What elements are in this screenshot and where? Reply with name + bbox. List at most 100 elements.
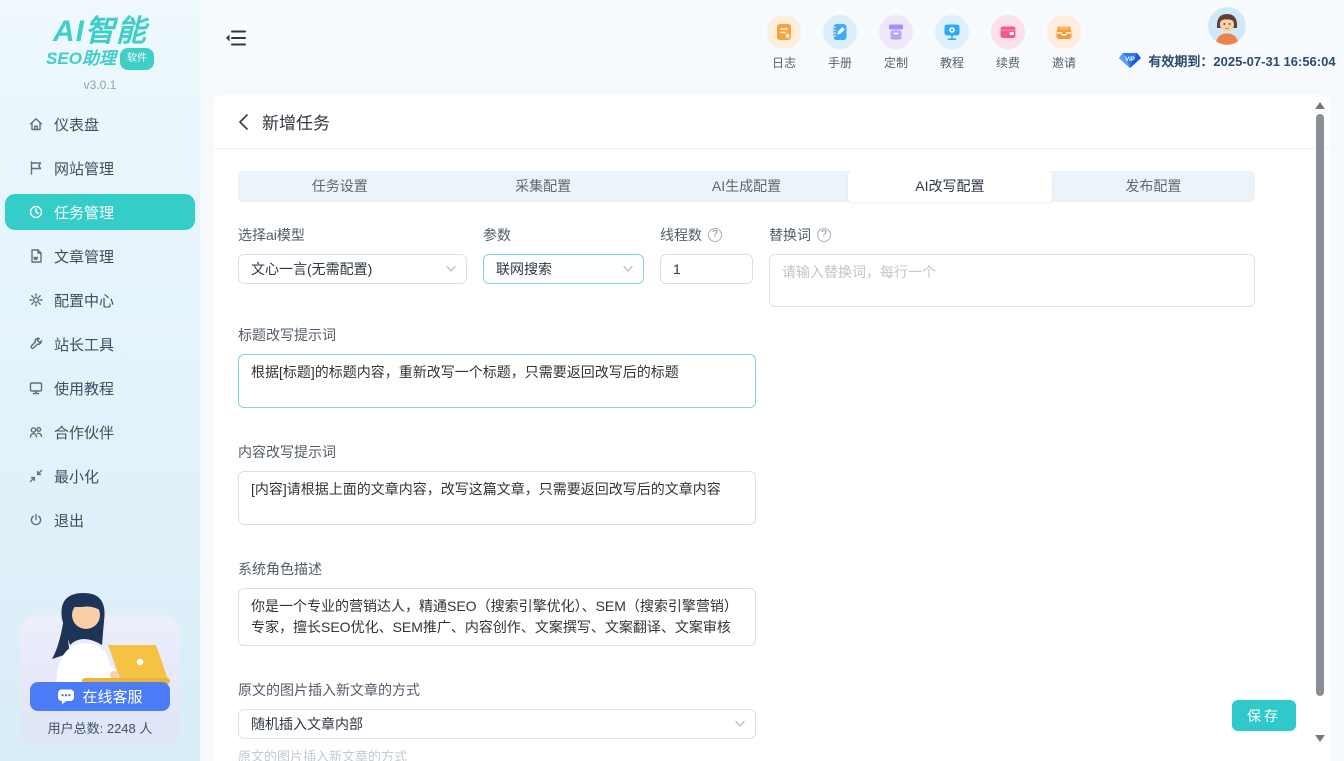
sidebar: AI智能 SEO助理 软件 v3.0.1 仪表盘 网站管理 任务管理 文章管理 … xyxy=(0,0,200,761)
quick-link-customize[interactable]: 定制 xyxy=(868,15,924,71)
tab-ai-generation-config[interactable]: AI生成配置 xyxy=(645,171,848,202)
main-area: 日志 手册 定制 教程 xyxy=(200,0,1344,761)
content-prompt-textarea[interactable]: [内容]请根据上面的文章内容，改写这篇文章，只需要返回改写后的文章内容 xyxy=(238,471,756,525)
sidebar-item-articles[interactable]: 文章管理 xyxy=(5,238,195,274)
sidebar-item-label: 合作伙伴 xyxy=(54,422,114,443)
ai-model-select[interactable]: 文心一言(无需配置) xyxy=(238,254,467,284)
quick-link-label: 日志 xyxy=(772,54,796,71)
scrollbar-down-arrow[interactable] xyxy=(1315,735,1325,742)
content-prompt-label: 内容改写提示词 xyxy=(238,443,756,461)
system-role-label: 系统角色描述 xyxy=(238,560,756,578)
sidebar-menu: 仪表盘 网站管理 任务管理 文章管理 配置中心 站长工具 使用教程 合作伙伴 xyxy=(0,106,200,538)
invite-icon xyxy=(1047,15,1081,49)
sidebar-item-dashboard[interactable]: 仪表盘 xyxy=(5,106,195,142)
online-support-button[interactable]: 在线客服 xyxy=(30,682,170,711)
sidebar-item-label: 使用教程 xyxy=(54,378,114,399)
sidebar-item-minimize[interactable]: 最小化 xyxy=(5,458,195,494)
image-insert-select[interactable]: 随机插入文章内部 xyxy=(238,709,756,739)
vip-status: VIP 有效期到：2025-07-31 16:56:04 xyxy=(1118,51,1335,70)
sidebar-item-label: 最小化 xyxy=(54,466,99,487)
minimize-icon xyxy=(28,468,44,484)
sidebar-item-label: 配置中心 xyxy=(54,290,114,311)
save-button[interactable]: 保存 xyxy=(1232,700,1296,731)
config-tabs: 任务设置 采集配置 AI生成配置 AI改写配置 发布配置 xyxy=(238,171,1255,202)
threads-label: 线程数 xyxy=(660,226,702,244)
replace-words-help-icon[interactable]: ? xyxy=(817,228,831,242)
chevron-down-icon xyxy=(735,721,745,728)
back-chevron-icon[interactable] xyxy=(238,113,249,131)
logout-icon xyxy=(28,512,44,528)
user-total-count: 用户总数: 2248 人 xyxy=(20,718,180,737)
vertical-scrollbar xyxy=(1314,97,1326,759)
website-icon xyxy=(28,160,44,176)
sidebar-collapse-icon[interactable] xyxy=(225,28,247,48)
sidebar-item-tutorials[interactable]: 使用教程 xyxy=(5,370,195,406)
chevron-down-icon xyxy=(446,266,456,273)
ai-model-label: 选择ai模型 xyxy=(238,226,467,244)
sidebar-item-label: 站长工具 xyxy=(54,334,114,355)
customer-service-card: 在线客服 用户总数: 2248 人 xyxy=(20,615,180,745)
quick-link-label: 手册 xyxy=(828,54,852,71)
sidebar-item-label: 网站管理 xyxy=(54,158,114,179)
image-insert-value: 随机插入文章内部 xyxy=(251,714,363,734)
scrollbar-up-arrow[interactable] xyxy=(1315,102,1325,109)
threads-help-icon[interactable]: ? xyxy=(708,228,722,242)
quick-link-label: 定制 xyxy=(884,54,908,71)
header-quick-links: 日志 手册 定制 教程 xyxy=(756,15,1092,71)
top-header: 日志 手册 定制 教程 xyxy=(200,0,1344,88)
sidebar-item-tasks[interactable]: 任务管理 xyxy=(5,194,195,230)
course-icon xyxy=(935,15,969,49)
params-value: 联网搜索 xyxy=(496,259,552,279)
tab-ai-rewrite-config[interactable]: AI改写配置 xyxy=(848,171,1051,202)
scrollbar-thumb[interactable] xyxy=(1316,114,1324,696)
vip-gem-icon: VIP xyxy=(1118,52,1142,69)
tab-publish-config[interactable]: 发布配置 xyxy=(1052,171,1255,202)
quick-link-renew[interactable]: 续费 xyxy=(980,15,1036,71)
chat-bubble-icon xyxy=(57,688,75,705)
title-prompt-label: 标题改写提示词 xyxy=(238,326,756,344)
logo-title: AI智能 xyxy=(0,16,200,48)
params-select[interactable]: 联网搜索 xyxy=(483,254,644,284)
content-panel: 新增任务 任务设置 采集配置 AI生成配置 AI改写配置 发布配置 选择ai模型… xyxy=(214,95,1330,761)
articles-icon xyxy=(28,248,44,264)
replace-words-textarea[interactable] xyxy=(769,254,1255,307)
sidebar-item-config[interactable]: 配置中心 xyxy=(5,282,195,318)
avatar[interactable] xyxy=(1208,7,1246,45)
customize-icon xyxy=(879,15,913,49)
tools-icon xyxy=(28,336,44,352)
quick-link-label: 教程 xyxy=(940,54,964,71)
quick-link-logs[interactable]: 日志 xyxy=(756,15,812,71)
partners-icon xyxy=(28,424,44,440)
sidebar-item-websites[interactable]: 网站管理 xyxy=(5,150,195,186)
quick-link-course[interactable]: 教程 xyxy=(924,15,980,71)
tab-task-settings[interactable]: 任务设置 xyxy=(238,171,441,202)
sidebar-item-logout[interactable]: 退出 xyxy=(5,502,195,538)
tutorial-icon xyxy=(28,380,44,396)
svg-text:VIP: VIP xyxy=(1126,57,1136,63)
app-logo: AI智能 SEO助理 软件 xyxy=(0,0,200,70)
quick-link-manual[interactable]: 手册 xyxy=(812,15,868,71)
sidebar-item-label: 仪表盘 xyxy=(54,114,99,135)
renew-icon xyxy=(991,15,1025,49)
ai-model-value: 文心一言(无需配置) xyxy=(251,259,372,279)
threads-input[interactable] xyxy=(660,254,753,284)
title-prompt-textarea[interactable]: 根据[标题]的标题内容，重新改写一个标题，只需要返回改写后的标题 xyxy=(238,354,756,408)
log-icon xyxy=(767,15,801,49)
sidebar-item-partners[interactable]: 合作伙伴 xyxy=(5,414,195,450)
user-block: VIP 有效期到：2025-07-31 16:56:04 xyxy=(1118,7,1336,70)
manual-icon xyxy=(823,15,857,49)
system-role-textarea[interactable]: 你是一个专业的营销达人，精通SEO（搜索引擎优化）、SEM（搜索引擎营销）专家，… xyxy=(238,588,756,646)
tasks-icon xyxy=(28,204,44,220)
sidebar-item-webmaster-tools[interactable]: 站长工具 xyxy=(5,326,195,362)
quick-link-label: 续费 xyxy=(996,54,1020,71)
settings-icon xyxy=(28,292,44,308)
sidebar-item-label: 任务管理 xyxy=(54,202,114,223)
page-header: 新增任务 xyxy=(214,95,1330,149)
app-version: v3.0.1 xyxy=(0,78,200,92)
params-label: 参数 xyxy=(483,226,644,244)
image-insert-label: 原文的图片插入新文章的方式 xyxy=(238,681,428,699)
quick-link-invite[interactable]: 邀请 xyxy=(1036,15,1092,71)
tab-collection-config[interactable]: 采集配置 xyxy=(441,171,644,202)
logo-subtitle: SEO助理 xyxy=(46,49,116,69)
image-insert-helper-text: 原文的图片插入新文章的方式 xyxy=(238,746,756,761)
